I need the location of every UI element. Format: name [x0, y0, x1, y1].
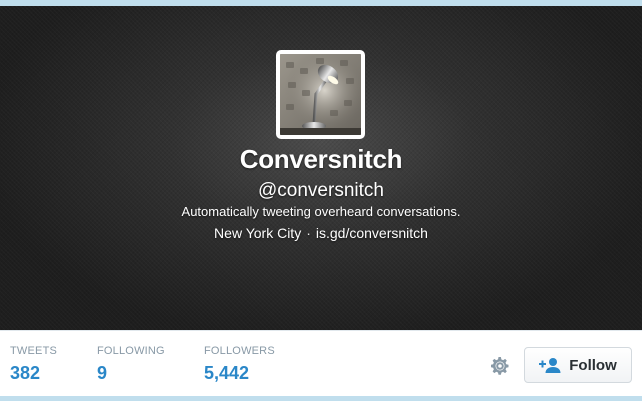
- profile-bio: Automatically tweeting overheard convers…: [181, 204, 461, 219]
- tweets-label: TWEETS: [10, 345, 58, 357]
- follow-button[interactable]: Follow: [524, 347, 632, 383]
- following-count: 9: [97, 363, 108, 383]
- tweets-stat[interactable]: TWEETS 382: [10, 345, 57, 384]
- profile-header: Conversnitch @conversnitch Automatically…: [0, 6, 642, 330]
- followers-label: FOLLOWERS: [204, 345, 275, 357]
- profile-handle: @conversnitch: [258, 180, 384, 201]
- profile-card: Conversnitch @conversnitch Automatically…: [0, 6, 642, 396]
- profile-name[interactable]: Conversnitch: [0, 144, 642, 175]
- profile-meta: New York City · is.gd/conversnitch: [0, 225, 642, 241]
- lamp-photo: [280, 54, 361, 135]
- profile-stats-bar: TWEETS 382 FOLLOWING 9 FOLLOWERS 5,442 F…: [0, 330, 642, 396]
- following-label: FOLLOWING: [97, 345, 165, 357]
- add-user-icon: [539, 358, 561, 373]
- follow-label: Follow: [569, 356, 617, 374]
- meta-separator: ·: [306, 225, 311, 241]
- followers-stat[interactable]: FOLLOWERS 5,442: [204, 345, 275, 384]
- profile-location: New York City: [214, 225, 302, 241]
- following-stat[interactable]: FOLLOWING 9: [97, 345, 165, 384]
- tweets-count: 382: [10, 363, 41, 383]
- avatar[interactable]: [276, 50, 365, 139]
- profile-url-link[interactable]: is.gd/conversnitch: [316, 225, 428, 241]
- gear-icon[interactable]: [488, 354, 512, 378]
- followers-count: 5,442: [204, 363, 250, 383]
